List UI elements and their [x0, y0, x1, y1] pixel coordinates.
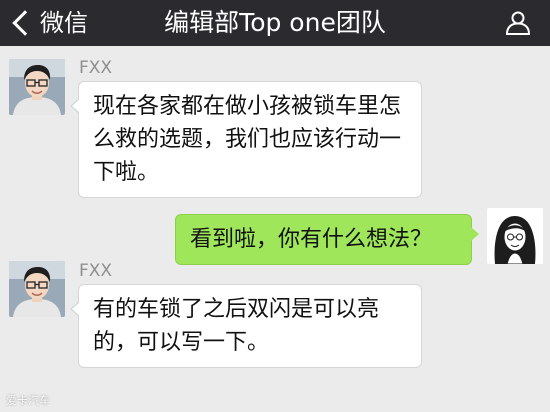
chat-window: 微信 编辑部Top one团队 FXX 现在各家都在做小孩被锁车里怎么救的选题，…: [0, 0, 550, 412]
back-label: 微信: [40, 9, 88, 37]
back-button[interactable]: 微信: [6, 0, 88, 46]
message-bubble-incoming[interactable]: 有的车锁了之后双闪是可以亮的，可以写一下。: [70, 284, 422, 368]
avatar[interactable]: [9, 59, 65, 115]
chevron-left-icon: [12, 10, 38, 36]
avatar[interactable]: [487, 208, 543, 264]
chat-header: 微信 编辑部Top one团队: [0, 0, 550, 46]
chat-members-button[interactable]: [504, 11, 532, 35]
message-bubble-outgoing[interactable]: 看到啦，你有什么想法？: [175, 214, 479, 265]
sender-name: FXX: [79, 58, 113, 78]
photo-avatar-man-glasses: [9, 59, 65, 115]
sketch-avatar-woman: [487, 208, 543, 264]
chat-title: 编辑部Top one团队: [164, 8, 386, 37]
avatar[interactable]: [9, 261, 65, 317]
message-bubble-incoming[interactable]: 现在各家都在做小孩被锁车里怎么救的选题，我们也应该行动一下啦。: [70, 81, 422, 198]
photo-avatar-man-glasses: [9, 261, 65, 317]
person-icon: [505, 11, 531, 35]
watermark: 爱卡汽车: [6, 394, 50, 407]
sender-name: FXX: [79, 261, 113, 281]
